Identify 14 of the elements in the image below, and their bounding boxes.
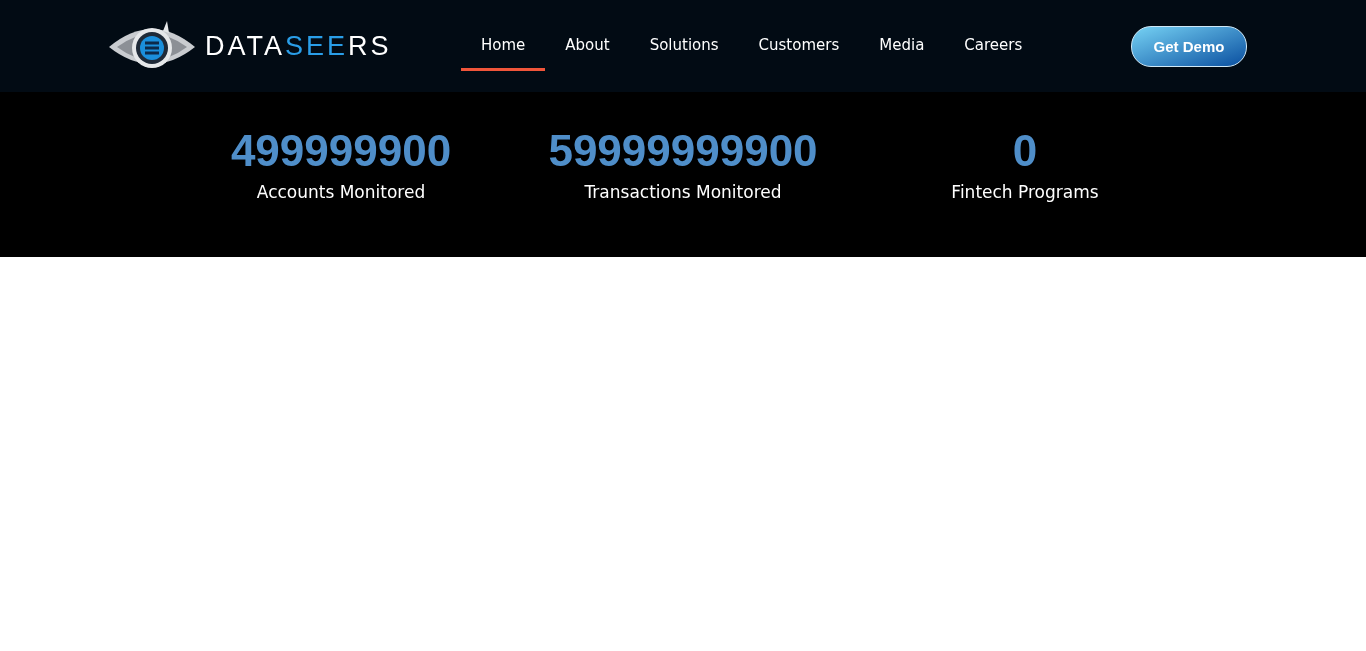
nav-link[interactable]: Customers (738, 21, 860, 71)
get-demo-button[interactable]: Get Demo (1131, 25, 1247, 67)
stat-value: 499999900 (229, 126, 453, 176)
nav-link[interactable]: Solutions (629, 21, 739, 71)
stat-value: 59999999900 (547, 126, 819, 176)
stat-value: 0 (1011, 126, 1039, 176)
nav-link[interactable]: Media (859, 21, 945, 71)
nav-link[interactable]: Careers (944, 21, 1043, 71)
nav-link[interactable]: About (545, 21, 630, 71)
stat-label: Accounts Monitored (255, 182, 427, 202)
stat-label: Transactions Monitored (583, 182, 783, 202)
nav-link[interactable]: Home (461, 21, 546, 71)
logo-wordmark[interactable]: DATASEE RS (205, 30, 392, 62)
stat-label: Fintech Programs (950, 182, 1100, 202)
